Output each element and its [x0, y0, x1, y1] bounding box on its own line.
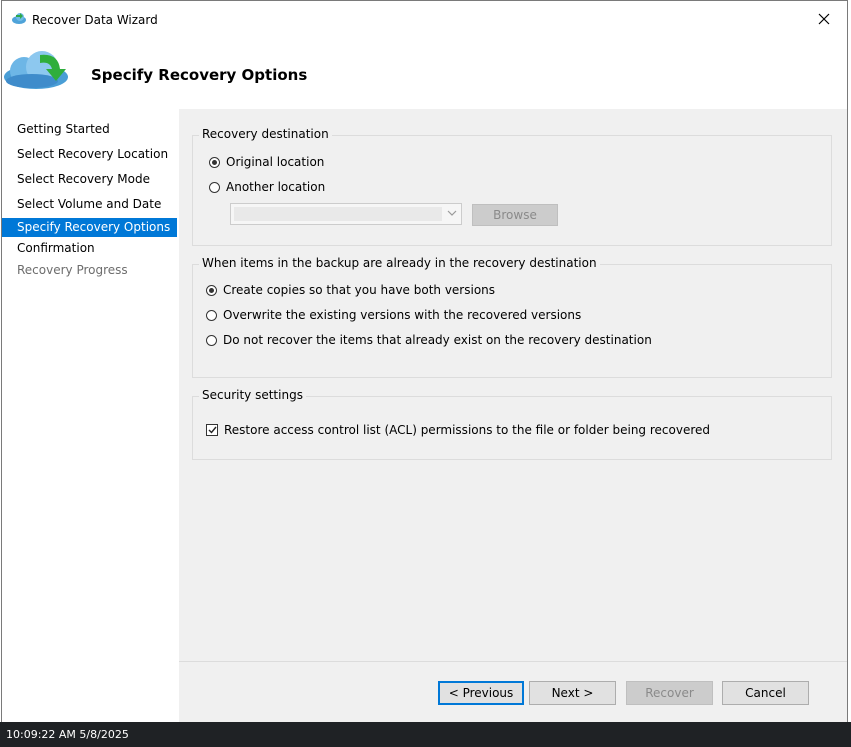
cloud-recover-arrow-icon: [4, 51, 68, 89]
checkmark-icon: [208, 426, 217, 434]
wizard-footer: < Previous Next > Recover Cancel: [179, 661, 847, 722]
step-getting-started[interactable]: Getting Started: [2, 120, 177, 139]
another-location-label: Another location: [226, 180, 326, 194]
step-confirmation[interactable]: Confirmation: [2, 239, 177, 258]
step-select-recovery-location[interactable]: Select Recovery Location: [2, 145, 177, 164]
do-not-recover-option[interactable]: Do not recover the items that already ex…: [206, 333, 652, 347]
next-button[interactable]: Next >: [529, 681, 616, 705]
create-copies-radio[interactable]: [206, 284, 217, 296]
location-path-combobox: [230, 203, 462, 225]
taskbar-clock: 10:09:22 AM 5/8/2025: [6, 728, 129, 741]
conflict-handling-label: When items in the backup are already in …: [199, 256, 600, 270]
create-copies-option[interactable]: Create copies so that you have both vers…: [206, 283, 495, 297]
step-recovery-progress: Recovery Progress: [17, 263, 128, 277]
overwrite-label: Overwrite the existing versions with the…: [223, 308, 582, 322]
do-not-recover-label: Do not recover the items that already ex…: [223, 333, 652, 347]
browse-button: Browse: [472, 204, 558, 226]
original-location-option[interactable]: Original location: [209, 155, 324, 169]
step-select-recovery-mode[interactable]: Select Recovery Mode: [2, 170, 177, 189]
options-panel: Recovery destination Original location A…: [179, 109, 847, 661]
overwrite-radio[interactable]: [206, 309, 217, 321]
overwrite-option[interactable]: Overwrite the existing versions with the…: [206, 308, 581, 322]
cancel-button[interactable]: Cancel: [722, 681, 809, 705]
acl-label: Restore access control list (ACL) permis…: [224, 423, 710, 437]
security-settings-label: Security settings: [199, 388, 306, 402]
conflict-handling-group: When items in the backup are already in …: [192, 256, 832, 378]
create-copies-label: Create copies so that you have both vers…: [223, 283, 496, 297]
chevron-down-icon: [447, 210, 457, 216]
close-button[interactable]: [801, 1, 847, 37]
cloud-backup-icon: [12, 13, 26, 24]
acl-option[interactable]: Restore access control list (ACL) permis…: [206, 423, 710, 437]
previous-button[interactable]: < Previous: [438, 681, 524, 705]
wizard-window: Recover Data Wizard Specify Recovery Opt…: [1, 0, 848, 722]
another-location-option[interactable]: Another location: [209, 180, 325, 194]
taskbar: 10:09:22 AM 5/8/2025: [0, 722, 851, 747]
another-location-radio[interactable]: [209, 181, 220, 193]
close-icon: [818, 13, 830, 25]
wizard-steps: Getting Started Select Recovery Location…: [2, 109, 179, 722]
recovery-destination-group: Recovery destination Original location A…: [192, 127, 832, 246]
window-title: Recover Data Wizard: [32, 13, 158, 27]
recover-button: Recover: [626, 681, 713, 705]
do-not-recover-radio[interactable]: [206, 334, 217, 346]
title-bar: Recover Data Wizard: [2, 1, 847, 39]
step-select-volume-and-date[interactable]: Select Volume and Date: [2, 195, 177, 214]
location-path-value: [234, 207, 442, 221]
wizard-header: Specify Recovery Options: [2, 39, 847, 109]
step-specify-recovery-options[interactable]: Specify Recovery Options: [2, 218, 177, 237]
original-location-label: Original location: [226, 155, 325, 169]
page-title: Specify Recovery Options: [91, 66, 308, 84]
acl-checkbox[interactable]: [206, 424, 218, 436]
recovery-destination-label: Recovery destination: [199, 127, 332, 141]
original-location-radio[interactable]: [209, 156, 220, 168]
security-settings-group: Security settings Restore access control…: [192, 388, 832, 460]
